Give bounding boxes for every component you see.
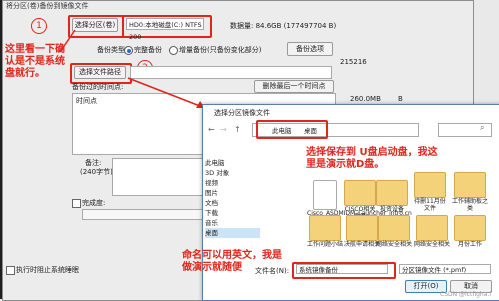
partition-value-field: HD0:本地磁盘(C:) NTFS 200 (126, 18, 204, 41)
delete-time-point-button[interactable]: 删除最后一个时间点 (254, 80, 334, 93)
sidebar-item-3d[interactable]: 3D 对象 (205, 168, 260, 178)
step-badge-1: 1 (31, 18, 47, 34)
file-item-label: 月份工作 (457, 241, 482, 248)
filetype-select[interactable]: 分区镜像文件 (*.pmf) (399, 264, 491, 274)
folder-icon (376, 180, 408, 206)
folder-icon (416, 215, 448, 241)
watermark: CSDN @ictfigha.f (440, 291, 492, 298)
stat-value-1: 215216 (340, 58, 367, 66)
file-item-label: 待删11月份文件 (414, 198, 446, 212)
annotation-left: 这里看一下确认是不是系统盘就行。 (5, 44, 65, 79)
nav-up-icon[interactable]: ↑ (234, 125, 241, 134)
file-item[interactable]: Cisco_ASDMIDM_Launcher_intro.cn (307, 180, 412, 217)
progress-bar (82, 209, 214, 220)
folder-icon (454, 215, 486, 241)
sidebar-item-videos[interactable]: 视频 (205, 178, 260, 188)
file-item[interactable]: 投资设备 (374, 180, 410, 213)
stat-value-3: B (398, 95, 403, 103)
progress-label: 完成度: (82, 199, 106, 207)
nav-forward-icon[interactable]: → (220, 125, 227, 134)
sidebar-item-documents[interactable]: 文档 (205, 198, 260, 208)
sidebar-item-desktop[interactable]: 桌面 (205, 228, 260, 238)
breadcrumb-desktop[interactable]: 桌面 (304, 125, 317, 135)
select-file-path-button[interactable]: 选择文件路径 (74, 66, 126, 79)
notes-sub-label: (240字节) (80, 168, 113, 176)
window-title: 将分区(卷)备份到镜像文件 (6, 2, 89, 10)
file-item[interactable]: 工作辅助板之类 (450, 172, 490, 212)
file-item-label: 网络安全相关 (413, 241, 450, 248)
backup-options-button[interactable]: 备份选项 (287, 42, 333, 56)
nav-back-icon[interactable]: ← (208, 125, 215, 134)
radio-full-label: 完整备份 (134, 46, 162, 54)
time-points-column-header: 时间点 (76, 97, 97, 105)
file-item-label: 投资设备 (379, 206, 404, 213)
file-item-label: 网络安全相关 (375, 241, 412, 248)
search-icon: ⌕ (480, 123, 485, 132)
folder-icon (378, 215, 410, 241)
file-item[interactable]: 网络安全相关 (374, 215, 414, 248)
sidebar-item-pictures[interactable]: 图片 (205, 188, 260, 198)
radio-full-dot (126, 48, 131, 53)
notes-textarea[interactable] (112, 158, 214, 196)
filename-label: 文件名(N): (255, 267, 290, 275)
file-item[interactable]: 月份工作 (450, 215, 490, 248)
file-item-label: 工作问题小结 (306, 241, 343, 248)
folder-icon (454, 172, 486, 198)
stat-value-2: 260.0MB (350, 95, 381, 103)
breadcrumb-this-pc[interactable]: 此电脑 (272, 125, 292, 135)
folder-icon (414, 172, 446, 198)
breadcrumb-highlight (256, 120, 328, 139)
folder-icon (309, 215, 341, 241)
select-partition-button[interactable]: 选择分区(卷) (72, 18, 118, 32)
dialog-sidebar: 此电脑 3D 对象 视频 图片 文档 下载 音乐 桌面 (205, 158, 260, 253)
file-path-input[interactable] (130, 66, 332, 79)
file-item[interactable]: CISCO相关手册 (342, 180, 378, 220)
progress-checkbox[interactable] (72, 199, 81, 208)
document-icon (313, 180, 337, 210)
radio-incremental-label: 增量备份(只备份变化部分) (179, 46, 262, 54)
annotation-right: 选择保存到 U盘启动盘，我这里是演示就D盘。 (306, 147, 438, 170)
radio-incremental[interactable] (169, 46, 178, 55)
sidebar-item-music[interactable]: 音乐 (205, 218, 260, 228)
step-badge-1-label: 1 (36, 21, 42, 31)
sidebar-item-downloads[interactable]: 下载 (205, 208, 260, 218)
file-item-label: 工作辅助板之类 (451, 198, 488, 212)
time-points-label: 备份过的时间点: (72, 83, 124, 91)
file-item[interactable]: 工作问题小结 (305, 215, 345, 248)
backup-type-label: 备份类型: (97, 46, 128, 54)
data-size-label: 数据量: 84.6GB (177497704 B) (230, 22, 337, 30)
prevent-sleep-label: 执行时阻止系统睡眠 (16, 266, 79, 274)
filename-input[interactable]: 系统镜像备份 (296, 264, 388, 274)
folder-icon (344, 180, 376, 206)
file-dialog-title: 选择分区镜像文件 (214, 109, 270, 117)
prevent-sleep-checkbox[interactable] (6, 266, 15, 275)
file-item[interactable]: 网络安全相关 (412, 215, 452, 248)
file-item[interactable]: 待删11月份文件 (412, 172, 448, 212)
sidebar-item-this-pc[interactable]: 此电脑 (205, 158, 260, 168)
